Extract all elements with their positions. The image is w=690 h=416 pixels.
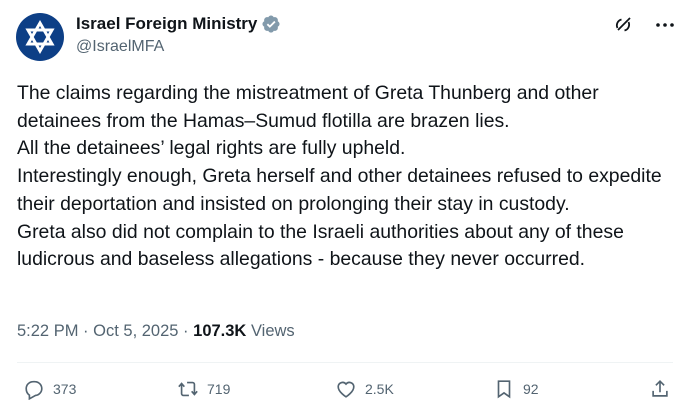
more-dots-icon[interactable] bbox=[654, 14, 676, 36]
tweet: Israel Foreign Ministry @IsraelMFA The c… bbox=[0, 0, 690, 416]
bookmark-button[interactable]: 92 bbox=[493, 378, 539, 400]
bookmark-icon bbox=[497, 380, 511, 399]
author-name-row: Israel Foreign Ministry bbox=[76, 14, 281, 34]
repost-count: 719 bbox=[207, 381, 231, 397]
bookmark-count: 92 bbox=[523, 381, 539, 397]
like-count: 2.5K bbox=[365, 381, 394, 397]
tweet-text-line: The claims regarding the mistreatment of… bbox=[17, 82, 599, 132]
action-bar: 373 719 2.5K 92 bbox=[17, 378, 673, 408]
divider bbox=[17, 362, 673, 363]
share-icon bbox=[652, 380, 668, 397]
tweet-text: The claims regarding the mistreatment of… bbox=[17, 80, 677, 274]
verified-badge-icon[interactable] bbox=[261, 14, 281, 34]
views-count[interactable]: 107.3K bbox=[193, 322, 246, 340]
meta-separator: · bbox=[183, 322, 189, 340]
like-button[interactable]: 2.5K bbox=[335, 378, 394, 400]
repost-icon bbox=[178, 381, 198, 397]
tweet-text-line: Greta also did not complain to the Israe… bbox=[17, 220, 624, 271]
tweet-meta: 5:22 PM · Oct 5, 2025 · 107.3K Views bbox=[17, 322, 295, 341]
author-handle[interactable]: @IsraelMFA bbox=[76, 38, 164, 56]
tweet-text-line: Interestingly enough, Greta herself and … bbox=[17, 165, 662, 215]
tweet-text-line: All the detainees’ legal rights are full… bbox=[17, 137, 406, 160]
views-label: Views bbox=[250, 322, 295, 340]
tweet-date[interactable]: Oct 5, 2025 bbox=[93, 322, 178, 340]
reply-icon bbox=[25, 380, 43, 400]
header-actions bbox=[612, 14, 676, 36]
like-icon bbox=[337, 381, 355, 398]
repost-button[interactable]: 719 bbox=[177, 378, 230, 400]
tweet-time[interactable]: 5:22 PM bbox=[17, 322, 78, 340]
author-display-name[interactable]: Israel Foreign Ministry bbox=[76, 14, 257, 34]
meta-separator: · bbox=[83, 322, 89, 340]
reply-count: 373 bbox=[53, 381, 77, 397]
star-of-david-icon bbox=[25, 19, 55, 55]
avatar[interactable] bbox=[16, 13, 64, 61]
grok-icon[interactable] bbox=[612, 14, 634, 36]
share-button[interactable] bbox=[649, 378, 671, 400]
reply-button[interactable]: 373 bbox=[23, 378, 76, 400]
